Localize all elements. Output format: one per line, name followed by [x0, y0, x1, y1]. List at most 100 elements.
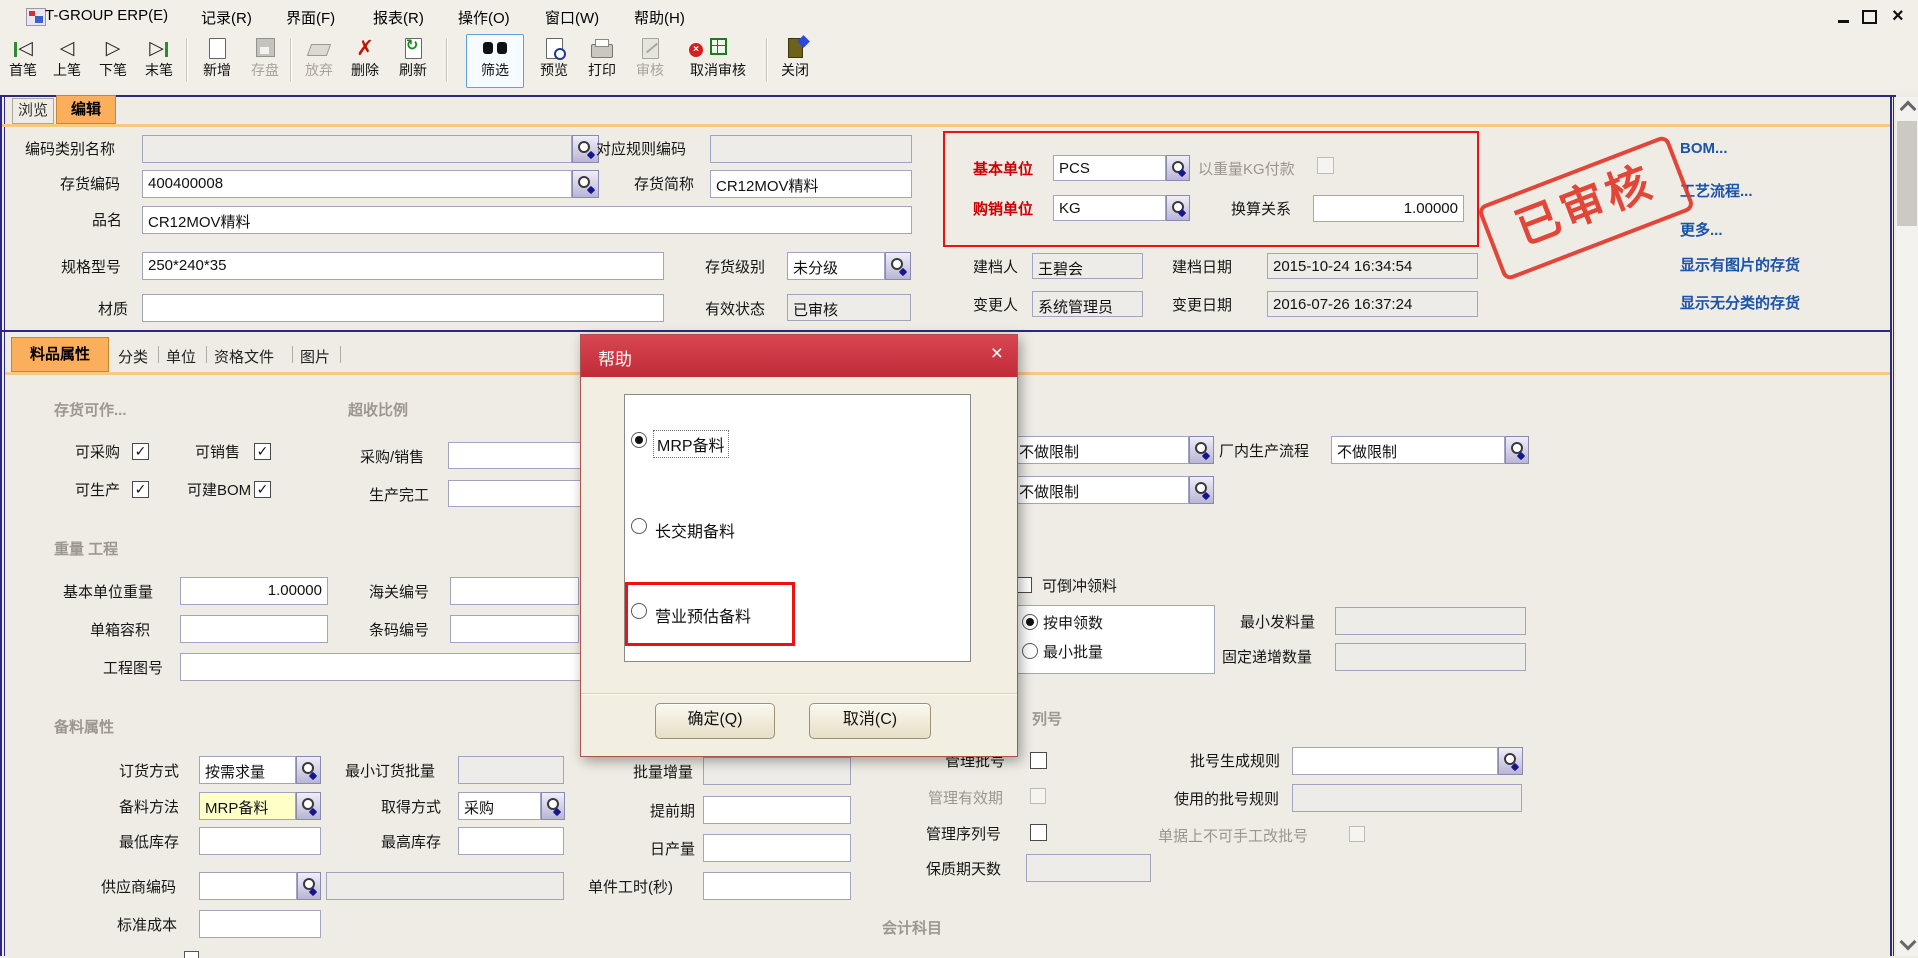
acquire-mode-lookup-icon[interactable]: [541, 792, 565, 820]
bom-allowed-checkbox[interactable]: [254, 481, 271, 498]
menu-view[interactable]: 界面(F): [286, 7, 335, 28]
subtab-qualification[interactable]: 资格文件: [214, 346, 274, 367]
rule-code-field[interactable]: [710, 135, 912, 163]
menu-report[interactable]: 报表(R): [373, 7, 424, 28]
min-batch-label[interactable]: 最小批量: [1043, 644, 1103, 662]
inv-abbr-field[interactable]: CR12MOV精料: [710, 170, 912, 198]
max-stock-field[interactable]: [458, 827, 564, 855]
long-leadtime-option[interactable]: 长交期备料: [655, 518, 735, 542]
material-field[interactable]: [142, 294, 664, 322]
level-field[interactable]: 未分级: [787, 252, 885, 280]
last-record-button[interactable]: ▷ 末笔: [138, 34, 180, 88]
scroll-down-icon[interactable]: [1900, 934, 1917, 951]
salable-checkbox[interactable]: [254, 443, 271, 460]
vertical-scrollbar[interactable]: [1896, 97, 1918, 956]
restriction-1-lookup-icon[interactable]: [1189, 436, 1214, 464]
supplier-code-lookup-icon[interactable]: [297, 872, 321, 900]
subtab-item-attributes[interactable]: 料品属性: [11, 337, 109, 372]
long-leadtime-radio[interactable]: [631, 518, 647, 534]
cancel-button[interactable]: 取消(C): [809, 703, 931, 739]
base-unit-lookup-icon[interactable]: [1166, 155, 1190, 181]
link-bom[interactable]: BOM...: [1680, 140, 1728, 157]
conversion-field[interactable]: 1.00000: [1313, 195, 1464, 222]
delete-button[interactable]: ✗ 删除: [342, 34, 388, 88]
dialog-close-icon[interactable]: ×: [991, 342, 1003, 366]
acquire-mode-field[interactable]: 采购: [458, 792, 541, 820]
subtab-category[interactable]: 分类: [118, 346, 148, 367]
ok-button[interactable]: 确定(Q): [655, 703, 775, 739]
menu-help[interactable]: 帮助(H): [634, 7, 685, 28]
subtab-image[interactable]: 图片: [300, 346, 330, 367]
scrollbar-thumb[interactable]: [1897, 121, 1917, 226]
close-window-icon[interactable]: ×: [1892, 5, 1904, 27]
scroll-up-icon[interactable]: [1900, 101, 1917, 118]
sales-forecast-option[interactable]: 营业预估备料: [655, 603, 751, 627]
stock-method-lookup-icon[interactable]: [296, 792, 321, 820]
min-batch-radio[interactable]: [1022, 643, 1038, 659]
menu-app[interactable]: T-GROUP ERP(E): [45, 7, 168, 24]
help-dialog-titlebar[interactable]: 帮助 ×: [581, 335, 1017, 377]
sales-forecast-radio[interactable]: [631, 603, 647, 619]
purchasable-checkbox[interactable]: [132, 443, 149, 460]
filter-button[interactable]: 筛选: [466, 34, 524, 88]
inv-code-lookup-icon[interactable]: [572, 170, 599, 198]
supplier-code-field[interactable]: [199, 872, 297, 900]
code-category-field[interactable]: [142, 135, 572, 163]
base-weight-field[interactable]: 1.00000: [180, 577, 328, 605]
lead-time-field[interactable]: [703, 796, 851, 824]
carton-volume-field[interactable]: [180, 615, 328, 643]
next-record-button[interactable]: ▷ 下笔: [92, 34, 134, 88]
daily-output-field[interactable]: [703, 834, 851, 862]
mrp-stock-radio[interactable]: [631, 432, 647, 448]
customs-code-field[interactable]: [450, 577, 579, 605]
first-record-button[interactable]: ◁ 首笔: [2, 34, 44, 88]
link-show-with-images[interactable]: 显示有图片的存货: [1680, 254, 1800, 275]
unit-time-field[interactable]: [703, 872, 851, 900]
by-request-qty-radio[interactable]: [1022, 614, 1038, 630]
prev-record-button[interactable]: ◁ 上笔: [46, 34, 88, 88]
batch-rule-field[interactable]: [1292, 747, 1498, 775]
restriction-field-2[interactable]: 不做限制: [1013, 476, 1189, 504]
code-category-lookup-icon[interactable]: [572, 135, 599, 163]
barcode-field[interactable]: [450, 615, 579, 643]
cancel-audit-button[interactable]: 取消审核: [676, 34, 760, 88]
tab-browse[interactable]: 浏览: [12, 98, 54, 124]
spec-field[interactable]: 250*240*35: [142, 252, 664, 280]
add-button[interactable]: 新增: [194, 34, 240, 88]
order-mode-field[interactable]: 按需求量: [199, 756, 296, 784]
by-request-qty-label[interactable]: 按申领数: [1043, 615, 1103, 633]
std-cost-field[interactable]: [199, 910, 321, 938]
close-button[interactable]: 关闭: [772, 34, 818, 88]
manage-batch-checkbox[interactable]: [1030, 752, 1047, 769]
refresh-button[interactable]: ↻ 刷新: [388, 34, 438, 88]
menu-operate[interactable]: 操作(O): [458, 7, 510, 28]
producible-checkbox[interactable]: [132, 481, 149, 498]
stock-method-field[interactable]: MRP备料: [199, 792, 296, 820]
base-unit-field[interactable]: PCS: [1053, 155, 1166, 181]
subtab-unit[interactable]: 单位: [166, 346, 196, 367]
min-stock-field[interactable]: [199, 827, 321, 855]
link-show-unclassified[interactable]: 显示无分类的存货: [1680, 292, 1800, 313]
factory-flow-lookup-icon[interactable]: [1505, 436, 1529, 464]
trade-unit-field[interactable]: KG: [1053, 195, 1166, 221]
menu-window[interactable]: 窗口(W): [545, 7, 599, 28]
mrp-stock-option[interactable]: MRP备料: [653, 430, 729, 458]
preview-button[interactable]: 预览: [530, 34, 578, 88]
restriction-2-lookup-icon[interactable]: [1189, 476, 1214, 504]
tab-edit[interactable]: 编辑: [56, 95, 116, 124]
link-more[interactable]: 更多...: [1680, 219, 1723, 240]
menu-record[interactable]: 记录(R): [201, 7, 252, 28]
inv-code-field[interactable]: 400400008: [142, 170, 572, 198]
restore-icon[interactable]: [1862, 10, 1877, 24]
manage-serial-checkbox[interactable]: [1030, 824, 1047, 841]
backflush-checkbox[interactable]: [1016, 577, 1032, 593]
batch-rule-lookup-icon[interactable]: [1498, 747, 1523, 775]
trade-unit-lookup-icon[interactable]: [1166, 195, 1190, 221]
name-field[interactable]: CR12MOV精料: [142, 206, 912, 234]
level-lookup-icon[interactable]: [885, 252, 911, 280]
order-mode-lookup-icon[interactable]: [296, 756, 321, 784]
minimize-icon[interactable]: [1838, 20, 1849, 23]
factory-flow-field[interactable]: 不做限制: [1331, 436, 1505, 464]
print-button[interactable]: 打印: [580, 34, 624, 88]
restriction-field-1[interactable]: 不做限制: [1013, 436, 1189, 464]
